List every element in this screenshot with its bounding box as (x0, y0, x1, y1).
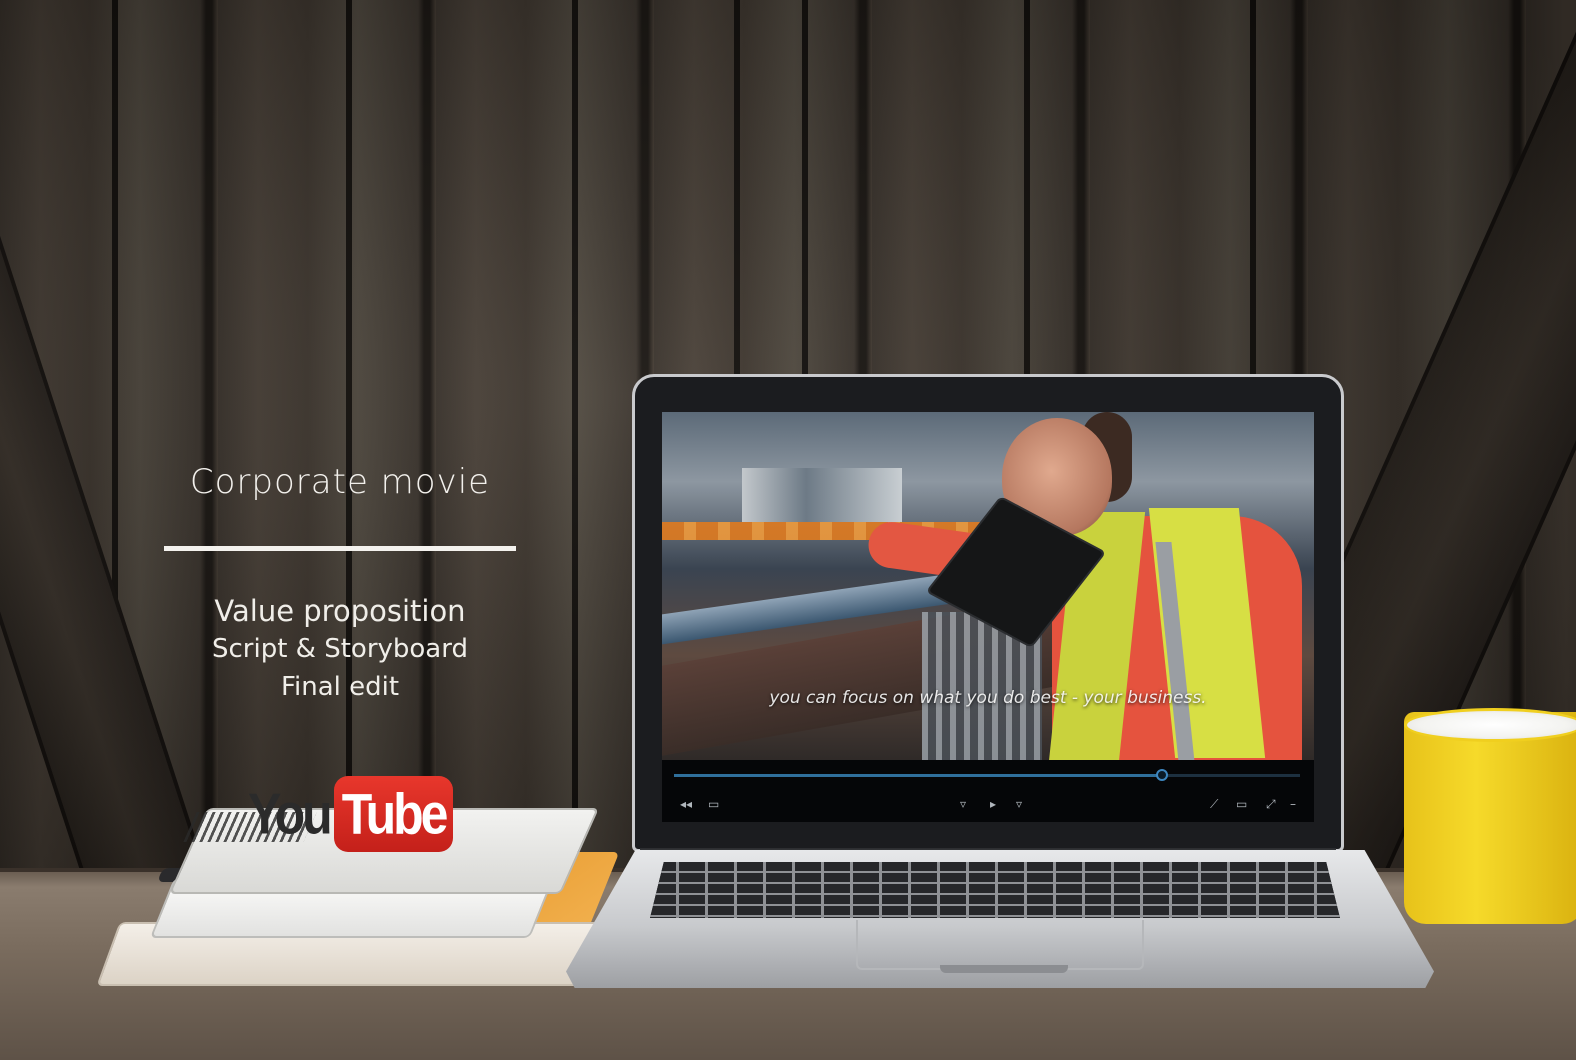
screen-icon[interactable]: ▭ (1236, 798, 1247, 810)
subtitles-icon[interactable]: ▭ (708, 798, 719, 810)
previous-icon[interactable]: ▿ (960, 798, 966, 810)
progress-bar[interactable] (674, 769, 1300, 781)
pencil-icon[interactable]: ⟋ (1210, 798, 1218, 810)
factory-background (742, 468, 902, 522)
service-list: Value proposition Script & Storyboard Fi… (164, 592, 516, 706)
yellow-mug (1404, 712, 1576, 924)
overlay-title: Corporate movie (189, 462, 491, 502)
youtube-logo: You Tube (248, 776, 454, 852)
youtube-logo-tube: Tube (341, 781, 449, 847)
laptop-notch (940, 965, 1068, 973)
video-subtitle: you can focus on what you do best - your… (769, 688, 1207, 708)
volume-icon[interactable]: ◂◂ (680, 798, 692, 810)
more-icon[interactable]: – (1290, 798, 1296, 810)
service-item: Script & Storyboard (212, 634, 468, 664)
title-divider (164, 546, 516, 551)
progress-fill (674, 774, 1163, 777)
video-frame[interactable]: you can focus on what you do best - your… (662, 412, 1314, 760)
keyboard-rows (650, 862, 1340, 918)
play-icon[interactable]: ▸ (990, 798, 996, 810)
next-icon[interactable]: ▿ (1016, 798, 1022, 810)
youtube-logo-box: Tube (333, 776, 454, 852)
service-item: Final edit (280, 672, 400, 702)
fullscreen-icon[interactable]: ⤢ (1266, 798, 1276, 810)
video-controls: ◂◂ ▭ ▿ ▸ ▿ ⟋ ▭ ⤢ – (662, 760, 1314, 822)
service-item: Value proposition (214, 594, 466, 628)
youtube-logo-you: You (248, 781, 333, 847)
mug-rim (1404, 708, 1576, 742)
laptop-trackpad (856, 920, 1144, 970)
progress-scrubber[interactable] (1156, 769, 1169, 781)
laptop-screen: you can focus on what you do best - your… (662, 412, 1314, 822)
